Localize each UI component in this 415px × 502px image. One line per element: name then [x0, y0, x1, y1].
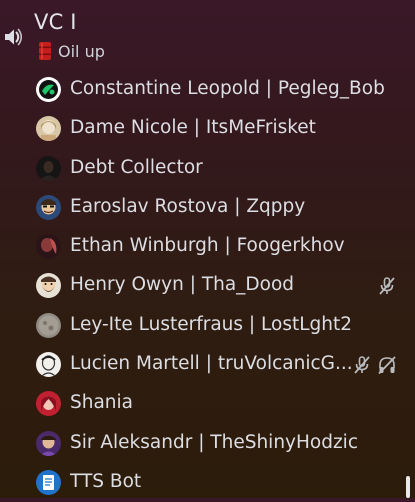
blue-document-avatar [36, 469, 61, 495]
voice-member[interactable]: Constantine Leopold | Pegleg_Bob [0, 70, 415, 109]
member-name: Lucien Martell | truVolcanicG... [70, 353, 353, 375]
green-black-avatar [36, 77, 61, 102]
voice-member[interactable]: Earoslav Rostova | Zqppy [0, 188, 415, 227]
voice-member[interactable]: Henry Owyn | Tha_Dood [0, 266, 415, 305]
voice-member[interactable]: Lucien Martell | truVolcanicG... [0, 345, 415, 384]
member-name: Dame Nicole | ItsMeFrisket [70, 117, 316, 139]
grey-stone-avatar [36, 312, 61, 338]
voice-member[interactable]: Debt Collector [0, 149, 415, 188]
member-name: TTS Bot [70, 470, 142, 492]
oil-barrel-icon [39, 42, 51, 60]
dark-figure-avatar [36, 155, 61, 181]
member-name: Ley-Ite Lusterfraus | LostLght2 [70, 313, 353, 335]
deafened-headphones-icon [378, 356, 396, 375]
sketch-portrait-avatar [36, 352, 61, 378]
channel-name[interactable]: VC I [34, 10, 77, 34]
voice-member[interactable]: Ethan Winburgh | Foogerkhov [0, 227, 415, 266]
member-name: Earoslav Rostova | Zqppy [70, 195, 306, 217]
cartoon-man-avatar [36, 194, 61, 220]
member-name: Constantine Leopold | Pegleg_Bob [70, 78, 385, 99]
muted-microphone-icon [379, 277, 395, 296]
voice-member[interactable]: Shania [0, 384, 415, 423]
voice-member[interactable]: Dame Nicole | ItsMeFrisket [0, 109, 415, 148]
scrollbar[interactable] [406, 476, 410, 498]
member-name: Debt Collector [70, 156, 203, 178]
purple-character-avatar [36, 430, 61, 456]
voice-member[interactable]: TTS Bot [0, 463, 415, 502]
voice-member-list: Constantine Leopold | Pegleg_Bob Dame Ni… [0, 70, 415, 502]
member-name: Henry Owyn | Tha_Dood [70, 274, 295, 296]
voice-member[interactable]: Sir Aleksandr | TheShinyHodzic [0, 424, 415, 463]
speaker-icon [5, 28, 23, 46]
red-dark-avatar [36, 234, 61, 260]
voice-member[interactable]: Ley-Ite Lusterfraus | LostLght2 [0, 306, 415, 345]
member-name: Ethan Winburgh | Foogerkhov [70, 235, 345, 257]
portrait-lady-avatar [36, 116, 61, 142]
muted-microphone-icon [354, 356, 370, 374]
red-character-avatar [36, 391, 61, 417]
status-text: Oil up [58, 41, 105, 61]
bearded-man-avatar [36, 273, 61, 299]
channel-status: Oil up [38, 40, 105, 62]
member-name: Shania [70, 392, 134, 414]
member-name: Sir Aleksandr | TheShinyHodzic [70, 431, 358, 453]
